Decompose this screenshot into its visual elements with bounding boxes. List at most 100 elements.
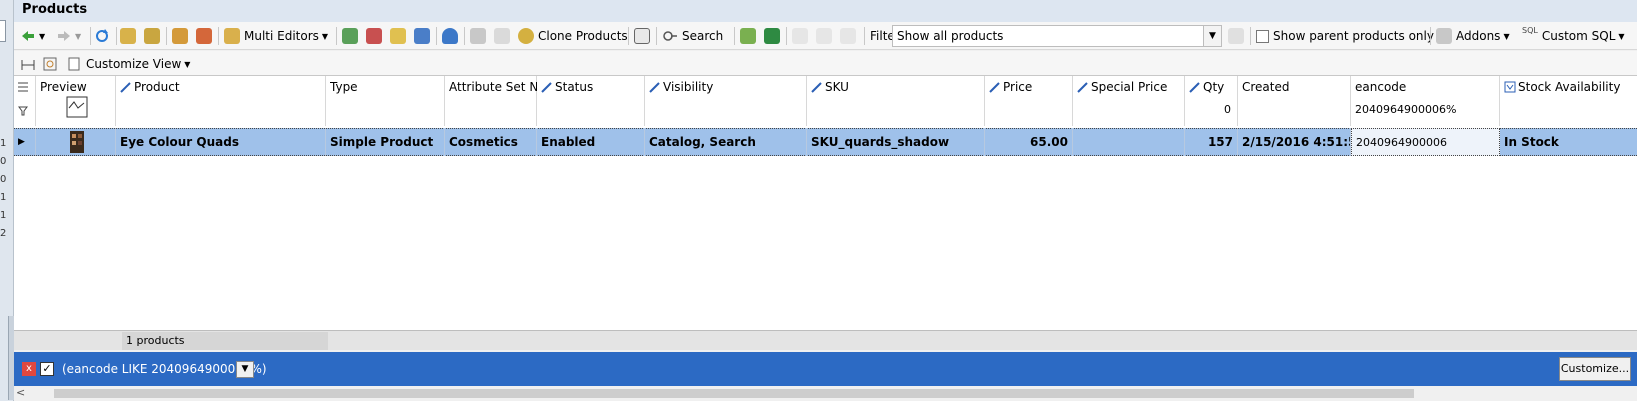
multi-editors-button[interactable]: Multi Editors ▼ (224, 26, 328, 46)
horizontal-scrollbar[interactable]: < (14, 386, 1637, 401)
forward-button[interactable]: ▼ (56, 26, 81, 46)
chevron-down-icon[interactable]: ▼ (1203, 26, 1221, 46)
left-number: 2 (0, 228, 7, 239)
add-product-icon (120, 28, 136, 44)
filter-select[interactable]: Show all products ▼ (892, 25, 1222, 47)
fit-columns-button[interactable] (20, 54, 36, 74)
eancode-filter-value[interactable]: 2040964900006% (1355, 103, 1456, 116)
product-cell[interactable]: Eye Colour Quads (116, 128, 326, 156)
left-number: 1 (0, 192, 7, 203)
column-header-preview[interactable]: Preview (36, 76, 116, 126)
price-cell[interactable]: 65.00 (985, 128, 1073, 156)
star-icon (390, 28, 406, 44)
image-placeholder-icon (66, 96, 88, 118)
refresh-icon (96, 29, 108, 42)
scrollbar-thumb[interactable] (54, 389, 1414, 398)
grid-option-button[interactable] (792, 26, 808, 46)
column-header-status[interactable]: Status (537, 76, 645, 126)
column-header-stock-availability[interactable]: Stock Availability (1500, 76, 1637, 126)
sort-down-icon (840, 28, 856, 44)
column-label: Product (134, 80, 180, 94)
column-label: Created (1242, 80, 1290, 94)
customize-view-button[interactable]: Customize View ▼ (66, 54, 190, 74)
search-label: Search (682, 29, 724, 43)
back-button[interactable]: ▼ (20, 26, 45, 46)
column-chooser-header[interactable] (14, 76, 36, 126)
product-count: 1 products (122, 332, 328, 350)
column-label: Attribute Set N... (449, 80, 550, 94)
edit-product-button[interactable] (144, 26, 160, 46)
tree-button[interactable] (366, 26, 382, 46)
stock-availability-cell[interactable]: In Stock (1500, 128, 1637, 156)
main-toolbar: ▼ ▼ Multi Editors ▼ Clone Products Searc… (14, 22, 1637, 50)
export-button[interactable] (634, 26, 650, 46)
search-icon (663, 31, 677, 41)
filter-enabled-checkbox[interactable]: ✓ (40, 362, 54, 376)
search-button[interactable]: Search (662, 26, 723, 46)
shield-button[interactable] (442, 26, 458, 46)
columns-icon (18, 82, 28, 92)
add-product-button[interactable] (120, 26, 136, 46)
refresh-button[interactable] (94, 26, 110, 46)
created-cell[interactable]: 2/15/2016 4:51:5... (1238, 128, 1351, 156)
chevron-down-icon[interactable]: ▼ (236, 361, 254, 378)
products-grid: Preview Product Type Attribute Set N... … (14, 75, 1637, 330)
clone-icon (518, 28, 534, 44)
scroll-left-icon[interactable]: < (16, 386, 25, 399)
link-button[interactable] (342, 26, 358, 46)
qty-filter-value[interactable]: 0 (1224, 103, 1231, 116)
copy-button[interactable] (470, 26, 486, 46)
title-bar: Products (14, 0, 1637, 22)
zoom-button[interactable] (42, 54, 58, 74)
left-number: 1 (0, 138, 7, 149)
column-header-attribute-set[interactable]: Attribute Set N... (445, 76, 550, 126)
paste-button[interactable] (494, 26, 510, 46)
pencil-icon (989, 81, 1001, 93)
delete-product-button[interactable] (196, 26, 212, 46)
visibility-cell[interactable]: Catalog, Search (645, 128, 807, 156)
column-label: eancode (1355, 80, 1407, 94)
customize-filter-button[interactable]: Customize... (1559, 357, 1631, 381)
column-label: Visibility (663, 80, 714, 94)
show-parent-only-label: Show parent products only (1273, 29, 1434, 43)
column-header-sku[interactable]: SKU (807, 76, 985, 126)
left-panel-input[interactable] (0, 20, 6, 42)
import-button[interactable] (740, 26, 756, 46)
addons-button[interactable]: Addons ▼ (1436, 26, 1510, 46)
column-header-product[interactable]: Product (116, 76, 326, 126)
column-header-qty[interactable]: Qty 0 (1185, 76, 1238, 126)
grid-option-icon (792, 28, 808, 44)
sku-cell[interactable]: SKU_quards_shadow (807, 128, 985, 156)
star-button[interactable] (390, 26, 406, 46)
column-header-type[interactable]: Type (326, 76, 445, 126)
close-icon[interactable]: x (22, 362, 36, 376)
column-header-visibility[interactable]: Visibility (645, 76, 807, 126)
column-header-eancode[interactable]: eancode 2040964900006% (1351, 76, 1500, 126)
status-cell[interactable]: Enabled (537, 128, 645, 156)
clone-products-button[interactable]: Clone Products (518, 26, 628, 46)
eancode-cell[interactable]: 2040964900006 (1351, 128, 1500, 156)
sort-down-button[interactable] (840, 26, 856, 46)
duplicate-button[interactable] (172, 26, 188, 46)
pencil-icon (1189, 81, 1201, 93)
edit-product-icon (144, 28, 160, 44)
tree-icon (366, 28, 382, 44)
sort-up-button[interactable] (816, 26, 832, 46)
column-header-special-price[interactable]: Special Price (1073, 76, 1185, 126)
column-header-price[interactable]: Price (985, 76, 1073, 126)
globe-button[interactable] (414, 26, 430, 46)
qty-cell[interactable]: 157 (1185, 128, 1238, 156)
show-parent-only-checkbox[interactable]: Show parent products only (1256, 26, 1434, 46)
type-cell[interactable]: Simple Product (326, 128, 445, 156)
sort-up-icon (816, 28, 832, 44)
attribute-set-cell[interactable]: Cosmetics (445, 128, 537, 156)
active-filter-bar: x ✓ (eancode LIKE 2040964900006%) ▼ Cust… (14, 352, 1637, 386)
column-label: Special Price (1091, 80, 1168, 94)
excel-button[interactable] (764, 26, 780, 46)
column-header-created[interactable]: Created (1238, 76, 1351, 126)
clear-filter-button[interactable] (1228, 26, 1244, 46)
special-price-cell[interactable] (1073, 128, 1185, 156)
custom-sql-label: Custom SQL (1541, 29, 1616, 43)
custom-sql-button[interactable]: SQL Custom SQL ▼ (1522, 26, 1625, 46)
copy-icon (470, 28, 486, 44)
